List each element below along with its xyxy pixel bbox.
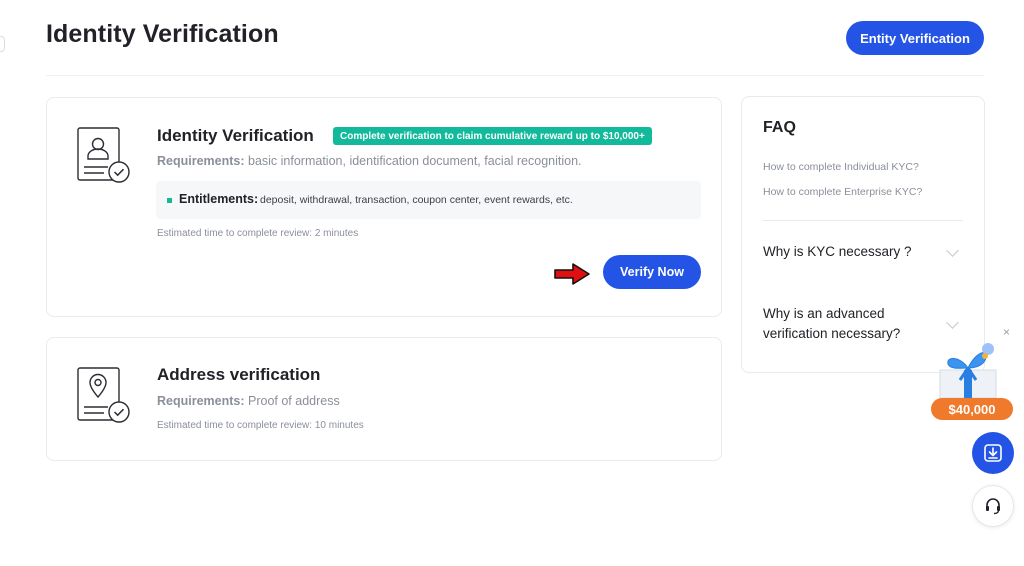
address-card-title: Address verification xyxy=(157,365,321,384)
entitlements-label: Entitlements: xyxy=(179,192,259,206)
download-button[interactable] xyxy=(972,432,1014,474)
faq-link-enterprise-kyc[interactable]: How to complete Enterprise KYC? xyxy=(763,186,922,198)
faq-question-kyc-necessary[interactable]: Why is KYC necessary ? xyxy=(763,242,943,262)
address-estimated-time: Estimated time to complete review: 10 mi… xyxy=(157,420,364,431)
address-requirements: Requirements: Proof of address xyxy=(157,394,340,408)
chevron-down-icon[interactable] xyxy=(946,316,959,329)
requirements-label: Requirements: xyxy=(157,154,245,168)
gift-box-icon[interactable] xyxy=(932,334,1002,400)
identity-requirements: Requirements: basic information, identif… xyxy=(157,154,582,168)
requirements-value: Proof of address xyxy=(244,394,340,408)
requirements-value: basic information, identification docume… xyxy=(244,154,582,168)
page-title: Identity Verification xyxy=(46,20,279,48)
identity-card-title: Identity Verification xyxy=(157,126,314,145)
identity-verification-card: Identity Verification Complete verificat… xyxy=(46,97,722,317)
collapse-handle[interactable] xyxy=(0,36,5,52)
requirements-label: Requirements: xyxy=(157,394,245,408)
close-icon[interactable]: × xyxy=(1003,325,1010,339)
faq-title: FAQ xyxy=(763,119,796,136)
faq-panel: FAQ How to complete Individual KYC? How … xyxy=(741,96,985,373)
faq-divider xyxy=(763,220,963,221)
faq-question-advanced-verification[interactable]: Why is an advanced verification necessar… xyxy=(763,304,943,344)
headset-icon xyxy=(986,498,1000,515)
id-document-check-icon xyxy=(77,127,130,183)
entity-verification-button[interactable]: Entity Verification xyxy=(846,21,984,55)
identity-estimated-time: Estimated time to complete review: 2 min… xyxy=(157,228,359,239)
address-verification-card[interactable]: Address verification Requirements: Proof… xyxy=(46,337,722,461)
customer-support-button[interactable] xyxy=(972,485,1014,527)
faq-link-individual-kyc[interactable]: How to complete Individual KYC? xyxy=(763,161,919,173)
reward-badge: Complete verification to claim cumulativ… xyxy=(333,127,652,145)
red-right-arrow-icon xyxy=(554,263,590,285)
chevron-down-icon[interactable] xyxy=(946,244,959,257)
promo-amount-badge[interactable]: $40,000 xyxy=(931,398,1013,420)
entitlements-bullet xyxy=(167,198,172,203)
entitlements-box: Entitlements: deposit, withdrawal, trans… xyxy=(156,181,701,219)
location-document-check-icon xyxy=(77,367,130,423)
entitlements-value: deposit, withdrawal, transaction, coupon… xyxy=(260,194,573,206)
verify-now-button[interactable]: Verify Now xyxy=(603,255,701,289)
download-icon xyxy=(984,444,1002,462)
header-divider xyxy=(46,75,984,76)
